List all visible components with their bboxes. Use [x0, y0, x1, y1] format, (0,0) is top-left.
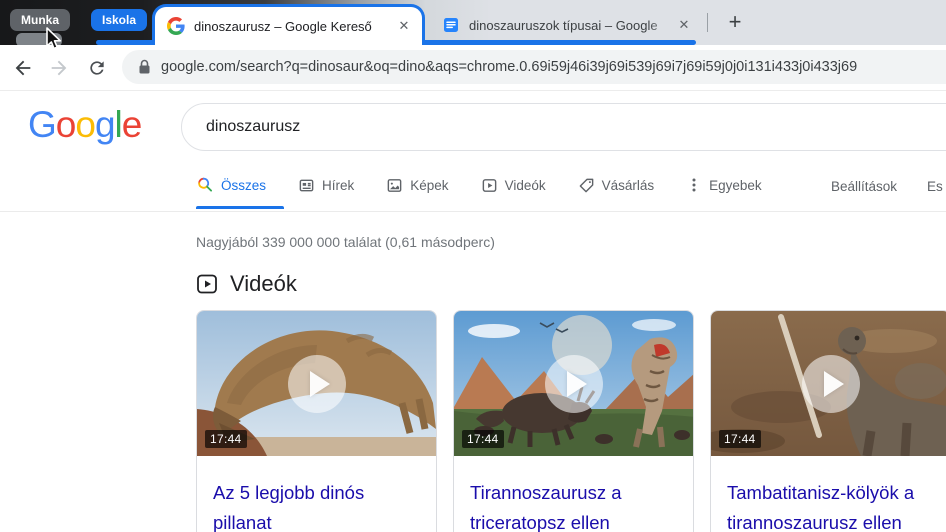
mouse-cursor — [46, 27, 62, 50]
tab-strip: Munka Iskola dinoszaurusz – Google Keres… — [0, 0, 946, 50]
play-icon — [309, 370, 330, 397]
url-text: google.com/search?q=dinosaur&oq=dino&aqs… — [161, 59, 858, 75]
tab-videok[interactable]: Videók — [481, 177, 546, 194]
tab-kepek[interactable]: Képek — [386, 177, 449, 194]
close-tab-icon[interactable]: ✕ — [394, 16, 414, 36]
back-button[interactable] — [10, 55, 36, 81]
videos-section-header: Videók — [196, 271, 297, 297]
video-duration-badge: 17:44 — [719, 430, 761, 448]
images-icon — [387, 178, 402, 192]
videos-section-title: Videók — [230, 271, 297, 296]
tab-title: dinoszaurusz – Google Kereső — [194, 18, 372, 34]
tab-hirek[interactable]: Hírek — [298, 177, 354, 194]
tools-menu[interactable]: Es — [927, 179, 943, 194]
play-button-overlay — [801, 354, 860, 413]
news-icon — [299, 179, 314, 191]
reload-button[interactable] — [84, 55, 110, 81]
video-card: 17:44 Az 5 legjobb dinós pillanat — [196, 310, 437, 532]
tab-google-docs[interactable]: dinoszauruszok típusai – Google ✕ — [432, 8, 700, 42]
tab-group-chip-iskola[interactable]: Iskola — [91, 9, 148, 31]
video-card: 17:44 Tirannoszaurusz a triceratopsz ell… — [453, 310, 694, 532]
tab-osszes[interactable]: Összes — [196, 176, 266, 194]
video-card: 17:44 Tambatitanisz-kölyök a tirannoszau… — [710, 310, 946, 532]
search-icon — [198, 177, 213, 192]
tab-egyebek[interactable]: Egyebek — [686, 177, 762, 193]
result-stats: Nagyjából 339 000 000 találat (0,61 máso… — [196, 234, 495, 250]
google-g-icon — [167, 17, 185, 35]
tab-separator — [707, 13, 708, 32]
video-icon — [482, 178, 496, 192]
video-title-link[interactable]: Tirannoszaurusz a triceratopsz ellen — [454, 456, 693, 532]
address-bar[interactable]: google.com/search?q=dinosaur&oq=dino&aqs… — [122, 50, 946, 84]
search-input[interactable]: dinoszaurusz — [181, 103, 946, 151]
video-duration-badge: 17:44 — [205, 430, 247, 448]
new-tab-button[interactable]: + — [720, 7, 750, 37]
video-thumbnail[interactable]: 17:44 — [454, 311, 693, 456]
active-tab-underline — [196, 206, 284, 209]
settings-menu[interactable]: Beállítások — [831, 179, 897, 194]
tab-title: dinoszauruszok típusai – Google — [469, 17, 674, 33]
close-tab-icon[interactable]: ✕ — [674, 15, 694, 35]
video-thumbnail[interactable]: 17:44 — [197, 311, 436, 456]
video-duration-badge: 17:44 — [462, 430, 504, 448]
result-nav: Összes Hírek Képek Videók Vásárlás Egyeb… — [196, 176, 762, 194]
browser-window: Munka Iskola dinoszaurusz – Google Keres… — [0, 0, 946, 532]
tab-google-search[interactable]: dinoszaurusz – Google Kereső ✕ — [152, 4, 425, 45]
video-title-link[interactable]: Az 5 legjobb dinós pillanat — [197, 456, 436, 532]
video-cards-row: 17:44 Az 5 legjobb dinós pillanat 17:44 … — [196, 310, 946, 532]
google-docs-icon — [442, 16, 460, 34]
play-button-overlay — [544, 354, 603, 413]
shopping-tag-icon — [579, 178, 593, 192]
play-icon — [566, 370, 587, 397]
result-nav-right: Beállítások Es — [831, 179, 943, 194]
videos-header-icon — [197, 274, 217, 294]
more-vertical-icon — [692, 178, 696, 192]
forward-button[interactable] — [46, 55, 72, 81]
video-title-link[interactable]: Tambatitanisz-kölyök a tirannoszaurusz e… — [711, 456, 946, 532]
play-button-overlay — [287, 354, 346, 413]
nav-divider — [0, 211, 946, 212]
google-logo[interactable]: Google — [28, 104, 142, 146]
video-thumbnail[interactable]: 17:44 — [711, 311, 946, 456]
tab-vasarlas[interactable]: Vásárlás — [578, 177, 654, 194]
search-query-text: dinoszaurusz — [206, 118, 301, 135]
browser-toolbar: google.com/search?q=dinosaur&oq=dino&aqs… — [0, 45, 946, 91]
play-icon — [823, 370, 844, 397]
lock-icon[interactable] — [138, 59, 151, 75]
